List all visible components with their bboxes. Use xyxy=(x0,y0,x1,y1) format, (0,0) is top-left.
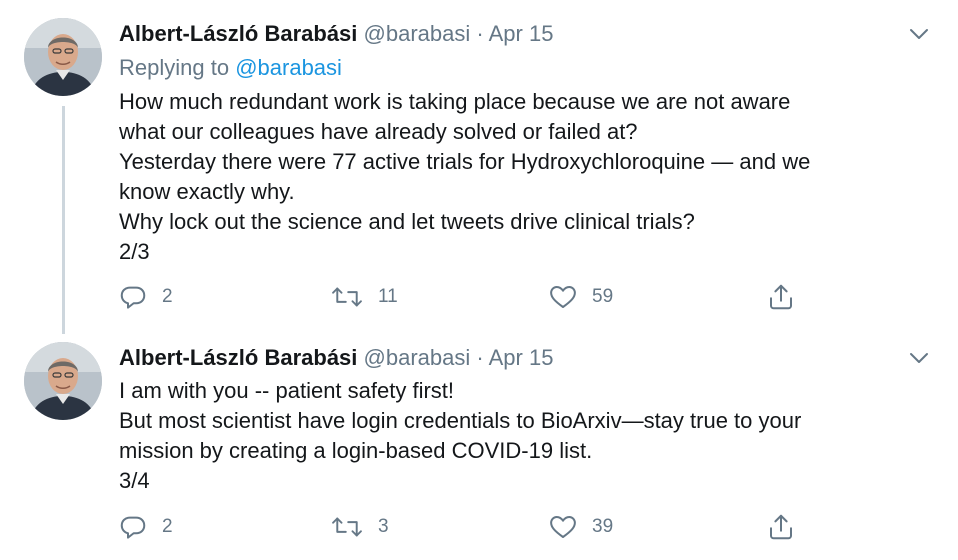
heart-icon xyxy=(548,282,578,312)
mention-link[interactable]: @barabasi xyxy=(235,55,342,80)
share-button[interactable] xyxy=(766,282,796,312)
retweet-icon xyxy=(330,512,364,542)
tweet-actions: 2 11 59 xyxy=(0,282,958,312)
reply-icon xyxy=(118,512,148,542)
tweet-text-line: know exactly why. xyxy=(119,179,295,204)
retweet-icon xyxy=(330,282,364,312)
replying-to: Replying to @barabasi xyxy=(119,53,342,83)
tweet-header: Albert-László Barabási @barabasi · Apr 1… xyxy=(119,343,553,373)
retweet-button[interactable]: 11 xyxy=(330,282,398,312)
avatar[interactable] xyxy=(24,18,102,96)
tweet-text-line: 2/3 xyxy=(119,239,150,264)
tweet[interactable]: Albert-László Barabási @barabasi · Apr 1… xyxy=(0,0,958,336)
like-button[interactable]: 59 xyxy=(548,282,613,312)
reply-count: 2 xyxy=(162,516,173,537)
tweet-text-line: Yesterday there were 77 active trials fo… xyxy=(119,149,811,174)
tweet-date[interactable]: Apr 15 xyxy=(489,21,554,46)
retweet-count: 3 xyxy=(378,516,389,537)
author-name[interactable]: Albert-László Barabási xyxy=(119,345,357,370)
reply-icon xyxy=(118,282,148,312)
chevron-down-icon[interactable] xyxy=(904,343,934,373)
share-icon xyxy=(766,512,796,542)
tweet[interactable]: Albert-László Barabási @barabasi · Apr 1… xyxy=(0,336,958,560)
like-count: 59 xyxy=(592,286,614,307)
tweet-text-line: I am with you -- patient safety first! xyxy=(119,378,455,403)
tweet-actions: 2 3 39 xyxy=(0,512,958,542)
tweet-text-line: what our colleagues have already solved … xyxy=(119,119,638,144)
author-handle[interactable]: @barabasi xyxy=(364,21,471,46)
tweet-text: How much redundant work is taking place … xyxy=(119,87,939,267)
replying-to-label: Replying to xyxy=(119,55,230,80)
tweet-text-line: Why lock out the science and let tweets … xyxy=(119,209,695,234)
author-name[interactable]: Albert-László Barabási xyxy=(119,21,357,46)
author-handle[interactable]: @barabasi xyxy=(364,345,471,370)
tweet-header: Albert-László Barabási @barabasi · Apr 1… xyxy=(119,19,553,49)
avatar[interactable] xyxy=(24,342,102,420)
reply-button[interactable]: 2 xyxy=(118,512,173,542)
reply-count: 2 xyxy=(162,286,173,307)
separator-dot: · xyxy=(476,345,484,370)
like-count: 39 xyxy=(592,516,614,537)
tweet-text-line: mission by creating a login-based COVID-… xyxy=(119,438,593,463)
tweet-text-line: 3/4 xyxy=(119,468,150,493)
tweet-date[interactable]: Apr 15 xyxy=(489,345,554,370)
share-icon xyxy=(766,282,796,312)
separator-dot: · xyxy=(476,21,484,46)
share-button[interactable] xyxy=(766,512,796,542)
tweet-text-line: How much redundant work is taking place … xyxy=(119,89,791,114)
reply-button[interactable]: 2 xyxy=(118,282,173,312)
chevron-down-icon[interactable] xyxy=(904,19,934,49)
retweet-count: 11 xyxy=(378,286,398,307)
heart-icon xyxy=(548,512,578,542)
retweet-button[interactable]: 3 xyxy=(330,512,389,542)
tweet-text-line: But most scientist have login credential… xyxy=(119,408,802,433)
tweet-text: I am with you -- patient safety first! B… xyxy=(119,376,939,496)
like-button[interactable]: 39 xyxy=(548,512,613,542)
